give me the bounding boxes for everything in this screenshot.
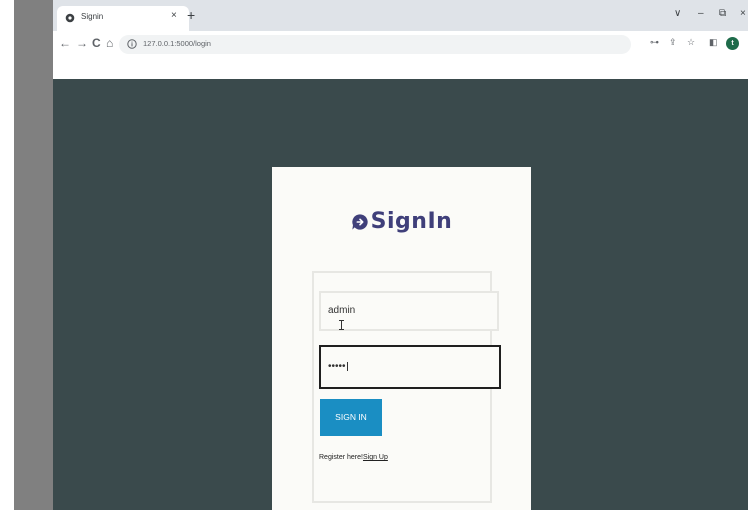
home-button[interactable]: ⌂ <box>106 36 113 50</box>
tab-close-icon[interactable]: × <box>171 10 177 21</box>
page-content: SignIn admin ••••• SIGN IN Register here… <box>53 79 748 510</box>
back-button[interactable]: ← <box>59 36 71 50</box>
reload-button[interactable]: C <box>92 36 101 50</box>
profile-avatar[interactable]: t <box>726 37 739 50</box>
tab-strip: Signin × + ∨ – ⧉ × <box>53 0 748 31</box>
forward-button[interactable]: → <box>76 36 88 50</box>
star-icon[interactable]: ☆ <box>687 37 695 48</box>
url-text: 127.0.0.1:5000/login <box>143 39 211 48</box>
login-title: SignIn <box>370 209 453 234</box>
password-value: ••••• <box>328 361 346 372</box>
address-bar[interactable]: 127.0.0.1:5000/login <box>119 35 631 54</box>
sign-in-icon <box>351 213 368 230</box>
close-window-button[interactable]: × <box>740 8 746 19</box>
login-card: SignIn admin ••••• SIGN IN Register here… <box>272 167 531 510</box>
minimize-button[interactable]: – <box>698 8 704 19</box>
register-prefix: Register here! <box>319 454 363 461</box>
tab-title: Signin <box>81 12 104 21</box>
password-input[interactable]: ••••• <box>319 345 501 389</box>
left-edge <box>0 0 14 510</box>
side-pane <box>14 0 53 510</box>
text-cursor-icon <box>339 320 344 330</box>
screen: Signin × + ∨ – ⧉ × ← → C ⌂ 127.0.0.1:500… <box>0 0 748 510</box>
new-tab-button[interactable]: + <box>187 7 195 23</box>
register-text: Register here!Sign Up <box>319 454 388 461</box>
sign-in-button[interactable]: SIGN IN <box>320 399 382 436</box>
tab-signin[interactable]: Signin × <box>57 6 189 31</box>
restore-button[interactable]: ⧉ <box>719 8 726 19</box>
tab-search-icon[interactable]: ∨ <box>674 8 681 19</box>
favicon-icon <box>65 13 75 23</box>
browser-toolbar: ← → C ⌂ 127.0.0.1:5000/login ⊶ ⇪ ☆ ◧ t <box>53 31 748 58</box>
browser-window: Signin × + ∨ – ⧉ × ← → C ⌂ 127.0.0.1:500… <box>53 0 748 510</box>
info-icon <box>127 39 137 49</box>
login-heading: SignIn <box>272 209 531 234</box>
username-value: admin <box>328 305 356 316</box>
sign-up-link[interactable]: Sign Up <box>363 454 388 461</box>
username-input[interactable]: admin <box>319 291 499 331</box>
sidepanel-icon[interactable]: ◧ <box>709 37 718 48</box>
share-icon[interactable]: ⇪ <box>669 37 677 48</box>
caret <box>346 361 348 371</box>
key-icon[interactable]: ⊶ <box>650 37 659 48</box>
